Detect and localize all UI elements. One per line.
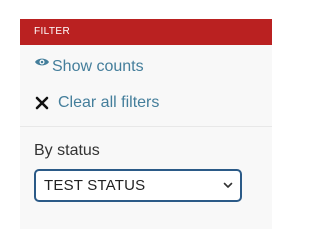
chevron-down-icon (223, 177, 233, 195)
filter-actions: Show counts Clear all filters (20, 45, 272, 127)
show-counts-link[interactable]: Show counts (20, 54, 272, 80)
close-icon (35, 96, 49, 110)
status-filter-section: By status TEST STATUS (20, 127, 272, 202)
status-select[interactable]: TEST STATUS (34, 169, 242, 202)
filter-header: FILTER (20, 19, 272, 45)
eye-icon (34, 54, 50, 70)
status-filter-label: By status (34, 142, 100, 159)
clear-all-filters-link[interactable]: Clear all filters (20, 90, 272, 116)
clear-all-filters-label: Clear all filters (58, 94, 160, 111)
status-select-value: TEST STATUS (44, 177, 146, 194)
show-counts-label: Show counts (52, 58, 144, 75)
filter-panel: FILTER Show counts Clear all filters By … (20, 19, 272, 229)
